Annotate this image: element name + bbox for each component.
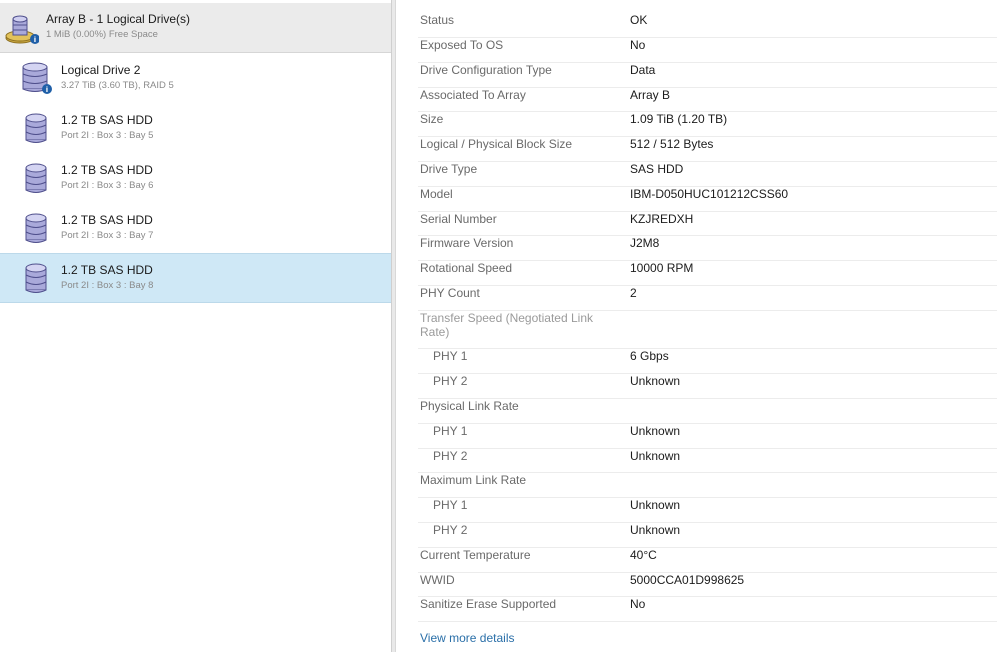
property-row-max-phy1: PHY 1 Unknown bbox=[418, 498, 997, 523]
property-row-physical-phy1: PHY 1 Unknown bbox=[418, 424, 997, 449]
property-value: Unknown bbox=[630, 498, 681, 512]
property-row-status: Status OK bbox=[418, 13, 997, 38]
property-label: Associated To Array bbox=[420, 88, 526, 102]
physical-drive-icon bbox=[25, 163, 47, 193]
property-row-block-size: Logical / Physical Block Size 512 / 512 … bbox=[418, 137, 997, 162]
tree-item-hdd-bay-5[interactable]: 1.2 TB SAS HDD Port 2I : Box 3 : Bay 5 bbox=[0, 103, 391, 153]
property-value: 512 / 512 Bytes bbox=[630, 137, 714, 151]
property-row-wwid: WWID 5000CCA01D998625 bbox=[418, 573, 997, 597]
property-row-exposed-to-os: Exposed To OS No bbox=[418, 38, 997, 63]
tree-item-title: 1.2 TB SAS HDD bbox=[61, 263, 153, 277]
tree-item-title: Logical Drive 2 bbox=[61, 63, 141, 77]
array-drive-icon: i bbox=[5, 15, 39, 44]
property-label: Logical / Physical Block Size bbox=[420, 137, 573, 151]
property-value: KZJREDXH bbox=[630, 212, 694, 226]
drive-tree-panel: i Array B - 1 Logical Drive(s) 1 MiB (0.… bbox=[0, 0, 391, 652]
physical-drive-icon bbox=[25, 213, 47, 243]
property-value: SAS HDD bbox=[630, 162, 684, 176]
tree-item-array-b[interactable]: i Array B - 1 Logical Drive(s) 1 MiB (0.… bbox=[0, 3, 391, 53]
property-row-transfer-phy1: PHY 1 6 Gbps bbox=[418, 349, 997, 374]
property-label: WWID bbox=[420, 573, 455, 587]
property-label: PHY 2 bbox=[433, 523, 468, 537]
property-row-current-temperature: Current Temperature 40°C bbox=[418, 548, 997, 573]
property-value: 1.09 TiB (1.20 TB) bbox=[630, 112, 728, 126]
tree-item-subtitle: 3.27 TiB (3.60 TB), RAID 5 bbox=[61, 80, 174, 91]
property-label: PHY 1 bbox=[433, 424, 468, 438]
property-row-drive-config-type: Drive Configuration Type Data bbox=[418, 63, 997, 88]
property-value: Unknown bbox=[630, 449, 681, 463]
property-row-drive-type: Drive Type SAS HDD bbox=[418, 162, 997, 187]
property-label: Drive Configuration Type bbox=[420, 63, 552, 77]
tree-item-title: Array B - 1 Logical Drive(s) bbox=[46, 12, 191, 26]
property-label: PHY 2 bbox=[433, 449, 468, 463]
property-value: 40°C bbox=[630, 548, 657, 562]
tree-item-subtitle: 1 MiB (0.00%) Free Space bbox=[46, 29, 158, 40]
property-row-associated-array: Associated To Array Array B bbox=[418, 88, 997, 112]
property-label: PHY Count bbox=[420, 286, 480, 300]
property-value: Array B bbox=[630, 88, 671, 102]
property-label: Exposed To OS bbox=[420, 38, 504, 52]
svg-text:i: i bbox=[46, 86, 48, 94]
property-row-physical-link-rate-header: Physical Link Rate bbox=[418, 399, 997, 424]
property-value: 10000 RPM bbox=[630, 261, 694, 275]
view-more-details-link[interactable]: View more details bbox=[420, 631, 515, 645]
property-row-model: Model IBM-D050HUC101212CSS60 bbox=[418, 187, 997, 212]
property-row-rotational-speed: Rotational Speed 10000 RPM bbox=[418, 261, 997, 286]
property-value: Unknown bbox=[630, 523, 681, 537]
property-row-size: Size 1.09 TiB (1.20 TB) bbox=[418, 112, 997, 137]
property-value: Data bbox=[630, 63, 656, 77]
property-label: Physical Link Rate bbox=[420, 399, 519, 413]
tree-item-hdd-bay-7[interactable]: 1.2 TB SAS HDD Port 2I : Box 3 : Bay 7 bbox=[0, 203, 391, 253]
tree-item-title: 1.2 TB SAS HDD bbox=[61, 163, 153, 177]
property-row-max-phy2: PHY 2 Unknown bbox=[418, 523, 997, 548]
property-label: Firmware Version bbox=[420, 236, 514, 250]
property-row-max-link-rate-header: Maximum Link Rate bbox=[418, 473, 997, 498]
property-label: Current Temperature bbox=[420, 548, 531, 562]
property-label: Maximum Link Rate bbox=[420, 473, 527, 487]
property-row-physical-phy2: PHY 2 Unknown bbox=[418, 449, 997, 473]
property-value: J2M8 bbox=[630, 236, 660, 250]
property-label: Drive Type bbox=[420, 162, 478, 176]
property-value: OK bbox=[630, 13, 648, 27]
property-label: Serial Number bbox=[420, 212, 497, 226]
property-label: Size bbox=[420, 112, 444, 126]
property-row-transfer-phy2: PHY 2 Unknown bbox=[418, 374, 997, 399]
property-value: 6 Gbps bbox=[630, 349, 669, 363]
property-row-sanitize-erase: Sanitize Erase Supported No bbox=[418, 597, 997, 622]
physical-drive-icon bbox=[25, 113, 47, 143]
property-label: Model bbox=[420, 187, 453, 201]
property-label: PHY 2 bbox=[433, 374, 468, 388]
property-value: Unknown bbox=[630, 374, 681, 388]
tree-item-subtitle: Port 2I : Box 3 : Bay 8 bbox=[61, 280, 154, 291]
property-label: Status bbox=[420, 13, 455, 27]
property-row-firmware-version: Firmware Version J2M8 bbox=[418, 236, 997, 261]
tree-item-subtitle: Port 2I : Box 3 : Bay 7 bbox=[61, 230, 154, 241]
property-label: PHY 1 bbox=[433, 498, 468, 512]
tree-item-logical-drive-2[interactable]: i Logical Drive 2 3.27 TiB (3.60 TB), RA… bbox=[0, 53, 391, 103]
property-value: Unknown bbox=[630, 424, 681, 438]
property-label: PHY 1 bbox=[433, 349, 468, 363]
drive-details-panel: Status OK Exposed To OS No Drive Configu… bbox=[396, 0, 997, 652]
property-value: 2 bbox=[630, 286, 637, 300]
tree-item-title: 1.2 TB SAS HDD bbox=[61, 213, 153, 227]
property-label: Sanitize Erase Supported bbox=[420, 597, 557, 611]
physical-drive-icon bbox=[25, 263, 47, 293]
property-value: No bbox=[630, 597, 646, 611]
tree-item-subtitle: Port 2I : Box 3 : Bay 5 bbox=[61, 130, 154, 141]
property-value: IBM-D050HUC101212CSS60 bbox=[630, 187, 789, 201]
property-row-phy-count: PHY Count 2 bbox=[418, 286, 997, 311]
tree-item-hdd-bay-8[interactable]: 1.2 TB SAS HDD Port 2I : Box 3 : Bay 8 bbox=[0, 253, 391, 303]
property-label: Transfer Speed (Negotiated Link Rate) bbox=[420, 311, 593, 339]
property-row-transfer-speed-header: Transfer Speed (Negotiated Link Rate) bbox=[418, 311, 997, 349]
tree-item-subtitle: Port 2I : Box 3 : Bay 6 bbox=[61, 180, 154, 191]
tree-item-title: 1.2 TB SAS HDD bbox=[61, 113, 153, 127]
property-row-serial-number: Serial Number KZJREDXH bbox=[418, 212, 997, 236]
property-label: Rotational Speed bbox=[420, 261, 513, 275]
property-value: 5000CCA01D998625 bbox=[630, 573, 745, 587]
svg-text:i: i bbox=[34, 36, 36, 44]
property-value: No bbox=[630, 38, 646, 52]
tree-item-hdd-bay-6[interactable]: 1.2 TB SAS HDD Port 2I : Box 3 : Bay 6 bbox=[0, 153, 391, 203]
logical-drive-icon: i bbox=[22, 62, 52, 94]
